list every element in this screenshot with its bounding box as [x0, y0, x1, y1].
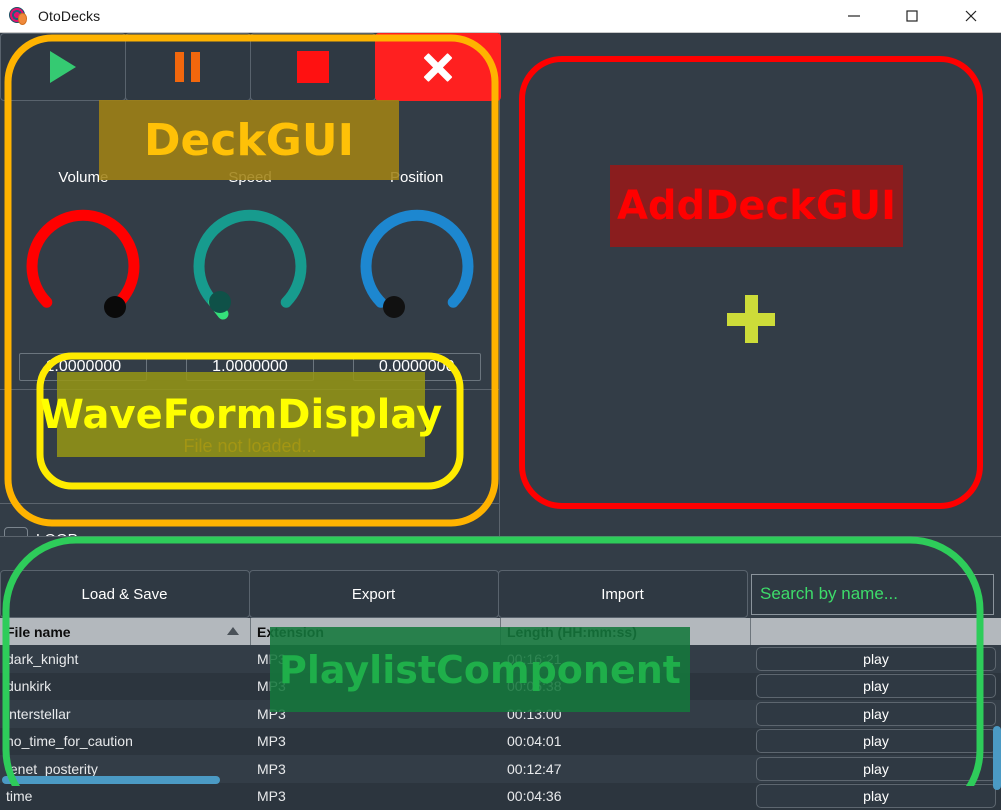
deck-gui-panel: Volume Speed Position	[0, 33, 500, 536]
playlist-table: File name Extension Length (HH:mm:ss) da…	[0, 618, 1001, 787]
table-row[interactable]: no_time_for_cautionMP300:04:01play	[0, 728, 1001, 756]
app-icon-turntable	[9, 6, 29, 26]
playlist-toolbar: Load & Save Export Import	[0, 570, 1001, 618]
add-deck-gui-panel[interactable]	[501, 33, 1001, 536]
table-row[interactable]: timeMP300:04:36play	[0, 783, 1001, 810]
cell-extension: MP3	[251, 728, 501, 756]
app-root: Volume Speed Position	[0, 33, 1001, 786]
column-header-file-name[interactable]: File name	[0, 618, 251, 645]
row-play-button[interactable]: play	[756, 784, 996, 808]
cell-action: play	[751, 700, 1001, 728]
row-play-button[interactable]: play	[756, 729, 996, 753]
speed-knob-arc[interactable]	[185, 201, 315, 331]
waveform-empty-text: File not loaded...	[183, 436, 316, 457]
speed-knob[interactable]	[167, 201, 334, 336]
table-row[interactable]: interstellarMP300:13:00play	[0, 700, 1001, 728]
cell-action: play	[751, 645, 1001, 673]
transport-controls	[0, 33, 500, 101]
column-header-length[interactable]: Length (HH:mm:ss)	[501, 618, 751, 645]
cell-action: play	[751, 783, 1001, 810]
search-input[interactable]	[751, 574, 994, 615]
cell-file-name: dunkirk	[0, 673, 251, 701]
knob-labels: Volume Speed Position	[0, 169, 500, 186]
cell-action: play	[751, 673, 1001, 701]
column-header-extension-label: Extension	[257, 624, 324, 640]
cell-file-name: no_time_for_caution	[0, 728, 251, 756]
playlist-component: Load & Save Export Import File name Exte…	[0, 536, 1001, 786]
row-play-button[interactable]: play	[756, 674, 996, 698]
cell-length: 00:04:36	[501, 783, 751, 810]
table-body: dark_knightMP300:16:21playdunkirkMP300:0…	[0, 645, 1001, 810]
cell-file-name: time	[0, 783, 251, 810]
volume-value[interactable]: 1.0000000	[19, 353, 147, 381]
plus-icon[interactable]	[727, 295, 775, 343]
cell-extension: MP3	[251, 673, 501, 701]
cell-action: play	[751, 728, 1001, 756]
stop-icon	[297, 51, 329, 83]
cell-length: 00:05:38	[501, 673, 751, 701]
maximize-button[interactable]	[883, 0, 941, 33]
close-x-icon	[421, 50, 455, 84]
cell-extension: MP3	[251, 645, 501, 673]
vertical-scrollbar[interactable]	[993, 726, 1001, 790]
speed-knob-thumb[interactable]	[209, 291, 231, 313]
cell-extension: MP3	[251, 783, 501, 810]
volume-knob[interactable]	[0, 201, 167, 336]
row-play-button[interactable]: play	[756, 757, 996, 781]
column-header-actions[interactable]	[751, 618, 1001, 645]
position-knob[interactable]	[333, 201, 500, 336]
search-wrapper	[747, 570, 998, 618]
column-header-length-label: Length (HH:mm:ss)	[507, 624, 637, 640]
table-row[interactable]: dark_knightMP300:16:21play	[0, 645, 1001, 673]
waveform-display[interactable]: File not loaded...	[0, 389, 500, 504]
export-button[interactable]: Export	[249, 570, 499, 618]
knob-label-speed: Speed	[167, 169, 334, 186]
knob-row	[0, 201, 500, 336]
table-row[interactable]: dunkirkMP300:05:38play	[0, 673, 1001, 701]
cell-length: 00:12:47	[501, 755, 751, 783]
stop-button[interactable]	[250, 33, 376, 101]
cell-action: play	[751, 755, 1001, 783]
close-deck-button[interactable]	[375, 33, 501, 101]
cell-file-name: interstellar	[0, 700, 251, 728]
load-save-button[interactable]: Load & Save	[0, 570, 250, 618]
row-play-button[interactable]: play	[756, 647, 996, 671]
column-header-file-name-label: File name	[6, 624, 71, 640]
close-button[interactable]	[941, 0, 1001, 33]
cell-length: 00:16:21	[501, 645, 751, 673]
table-header-row: File name Extension Length (HH:mm:ss)	[0, 618, 1001, 645]
position-knob-arc[interactable]	[352, 201, 482, 331]
sort-ascending-icon	[227, 627, 239, 635]
window-controls	[825, 0, 1001, 33]
cell-length: 00:04:01	[501, 728, 751, 756]
pause-button[interactable]	[125, 33, 251, 101]
knob-label-position: Position	[333, 169, 500, 186]
minimize-button[interactable]	[825, 0, 883, 33]
knob-value-row: 1.0000000 1.0000000 0.0000000	[0, 351, 500, 383]
cell-extension: MP3	[251, 700, 501, 728]
speed-value[interactable]: 1.0000000	[186, 353, 314, 381]
volume-knob-thumb[interactable]	[104, 296, 126, 318]
row-play-button[interactable]: play	[756, 702, 996, 726]
volume-knob-arc[interactable]	[18, 201, 148, 331]
horizontal-scrollbar[interactable]	[2, 776, 220, 784]
window-title-bar: OtoDecks	[0, 0, 1001, 33]
play-icon	[50, 51, 76, 83]
cell-file-name: dark_knight	[0, 645, 251, 673]
cell-length: 00:13:00	[501, 700, 751, 728]
knob-label-volume: Volume	[0, 169, 167, 186]
pause-icon	[175, 52, 200, 82]
play-button[interactable]	[0, 33, 126, 101]
column-header-extension[interactable]: Extension	[251, 618, 501, 645]
cell-extension: MP3	[251, 755, 501, 783]
position-value[interactable]: 0.0000000	[353, 353, 481, 381]
window-title: OtoDecks	[38, 8, 100, 24]
import-button[interactable]: Import	[498, 570, 748, 618]
